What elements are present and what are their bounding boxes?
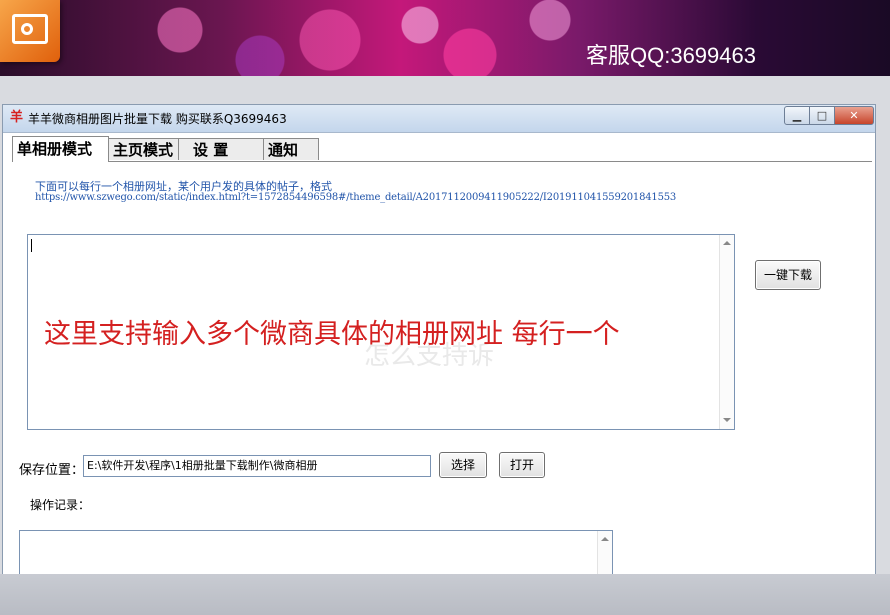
log-textarea[interactable] — [19, 530, 613, 575]
save-location-label: 保存位置： — [19, 463, 85, 478]
scroll-up-icon[interactable] — [601, 537, 609, 541]
hint-overlay-text: 这里支持输入多个微商具体的相册网址 每行一个 — [44, 319, 620, 350]
open-folder-button[interactable]: 打开 — [499, 452, 545, 478]
url-input-scrollbar[interactable] — [719, 235, 734, 429]
tab-divider — [12, 161, 872, 162]
url-input-area[interactable]: 怎么支持诉 这里支持输入多个微商具体的相册网址 每行一个 — [27, 234, 735, 430]
bottom-band — [0, 574, 890, 615]
app-window: 羊 羊羊微商相册图片批量下载 购买联系Q3699463 ▁ □ ✕ 单相册模式 … — [2, 104, 876, 576]
tab-single-album[interactable]: 单相册模式 — [12, 136, 109, 162]
tab-notice[interactable]: 通知 — [263, 138, 319, 160]
select-folder-button[interactable]: 选择 — [439, 452, 487, 478]
close-button[interactable]: ✕ — [834, 106, 874, 125]
example-url-text: https://www.szwego.com/static/index.html… — [35, 192, 677, 203]
log-scrollbar[interactable] — [597, 531, 612, 575]
tab-settings[interactable]: 设 置 — [178, 138, 264, 160]
presentation-icon — [0, 0, 60, 62]
save-path-input[interactable]: E:\软件开发\程序\1相册批量下载制作\微商相册 — [83, 455, 431, 477]
log-label: 操作记录： — [30, 498, 91, 512]
maximize-button[interactable]: □ — [809, 106, 835, 125]
title-bar[interactable]: 羊 羊羊微商相册图片批量下载 购买联系Q3699463 ▁ □ ✕ — [3, 105, 875, 133]
text-caret — [31, 239, 32, 252]
top-banner: 客服QQ:3699463 — [0, 0, 890, 76]
window-title: 羊羊微商相册图片批量下载 购买联系Q3699463 — [28, 112, 287, 126]
one-click-download-button[interactable]: 一键下载 — [755, 260, 821, 290]
app-icon: 羊 — [10, 110, 24, 125]
tab-homepage[interactable]: 主页模式 — [108, 138, 179, 160]
support-qq-text: 客服QQ:3699463 — [586, 43, 756, 68]
scroll-down-icon[interactable] — [723, 418, 731, 422]
minimize-button[interactable]: ▁ — [784, 106, 810, 125]
scroll-up-icon[interactable] — [723, 241, 731, 245]
